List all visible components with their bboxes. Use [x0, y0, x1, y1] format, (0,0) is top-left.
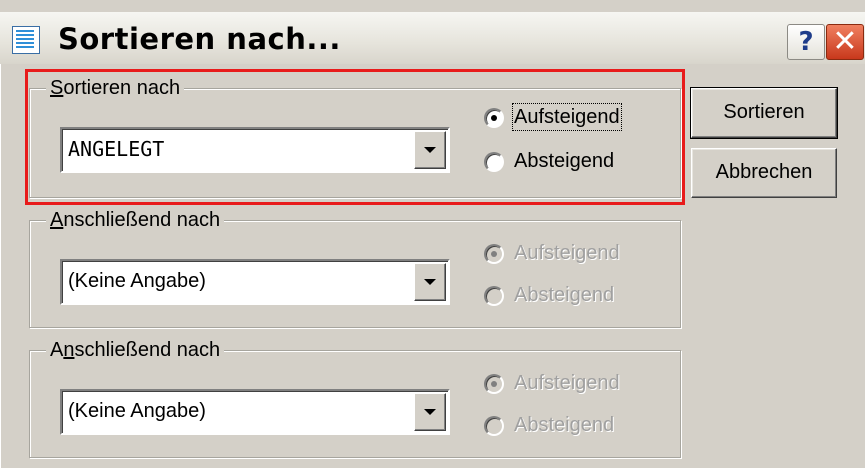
radio-descending-1[interactable]: Absteigend	[484, 149, 674, 177]
chevron-down-icon[interactable]	[414, 263, 446, 301]
group-then-by-1: Anschließend nach (Keine Angabe) Aufstei…	[29, 207, 681, 328]
cancel-button[interactable]: Abbrechen	[691, 148, 837, 198]
then-by-2-select[interactable]: (Keine Angabe)	[60, 389, 450, 435]
radio-descending-label: Absteigend	[514, 150, 615, 172]
radio-ascending-2[interactable]: Aufsteigend	[484, 241, 674, 269]
sort-field-value: ANGELEGT	[68, 137, 165, 161]
then-by-1-select[interactable]: (Keine Angabe)	[60, 259, 450, 305]
then-by-2-value: (Keine Angabe)	[68, 400, 206, 422]
help-icon: ?	[798, 27, 814, 57]
radio-ascending-1[interactable]: Aufsteigend	[484, 103, 674, 133]
title-bar[interactable]: Sortieren nach... ? ✕	[0, 12, 865, 65]
close-icon: ✕	[832, 24, 858, 59]
chevron-down-icon[interactable]	[414, 393, 446, 431]
sort-field-select[interactable]: ANGELEGT	[60, 127, 450, 173]
sort-dialog: Sortieren nach... ? ✕ Sortieren nach ANG…	[0, 0, 865, 468]
dialog-title: Sortieren nach...	[58, 22, 341, 56]
radio-ascending-label: Aufsteigend	[514, 242, 620, 264]
radio-button[interactable]	[484, 374, 504, 394]
radio-descending-label: Absteigend	[514, 414, 615, 436]
radio-ascending-label: Aufsteigend	[514, 372, 620, 394]
help-button[interactable]: ?	[787, 24, 825, 60]
radio-descending-3[interactable]: Absteigend	[484, 413, 674, 441]
radio-button[interactable]	[484, 108, 504, 128]
group-sort-by: Sortieren nach ANGELEGT Aufsteigend Abst…	[29, 75, 681, 198]
group-then-by-2: Anschließend nach (Keine Angabe) Aufstei…	[29, 337, 681, 458]
radio-button[interactable]	[484, 152, 504, 172]
dialog-list-icon	[12, 26, 40, 54]
radio-ascending-3[interactable]: Aufsteigend	[484, 371, 674, 399]
radio-descending-label: Absteigend	[514, 284, 615, 306]
radio-button[interactable]	[484, 416, 504, 436]
radio-ascending-label: Aufsteigend	[512, 103, 622, 131]
radio-button[interactable]	[484, 244, 504, 264]
group-then-by-1-label: Anschließend nach	[46, 207, 225, 233]
dialog-client-area: Sortieren nach ANGELEGT Aufsteigend Abst…	[0, 64, 865, 468]
radio-button[interactable]	[484, 286, 504, 306]
chevron-down-icon[interactable]	[414, 131, 446, 169]
group-then-by-2-label: Anschließend nach	[46, 337, 225, 363]
group-sort-by-label: Sortieren nach	[46, 75, 185, 101]
radio-descending-2[interactable]: Absteigend	[484, 283, 674, 311]
sort-button[interactable]: Sortieren	[690, 87, 838, 139]
close-button[interactable]: ✕	[826, 24, 864, 60]
then-by-1-value: (Keine Angabe)	[68, 270, 206, 292]
